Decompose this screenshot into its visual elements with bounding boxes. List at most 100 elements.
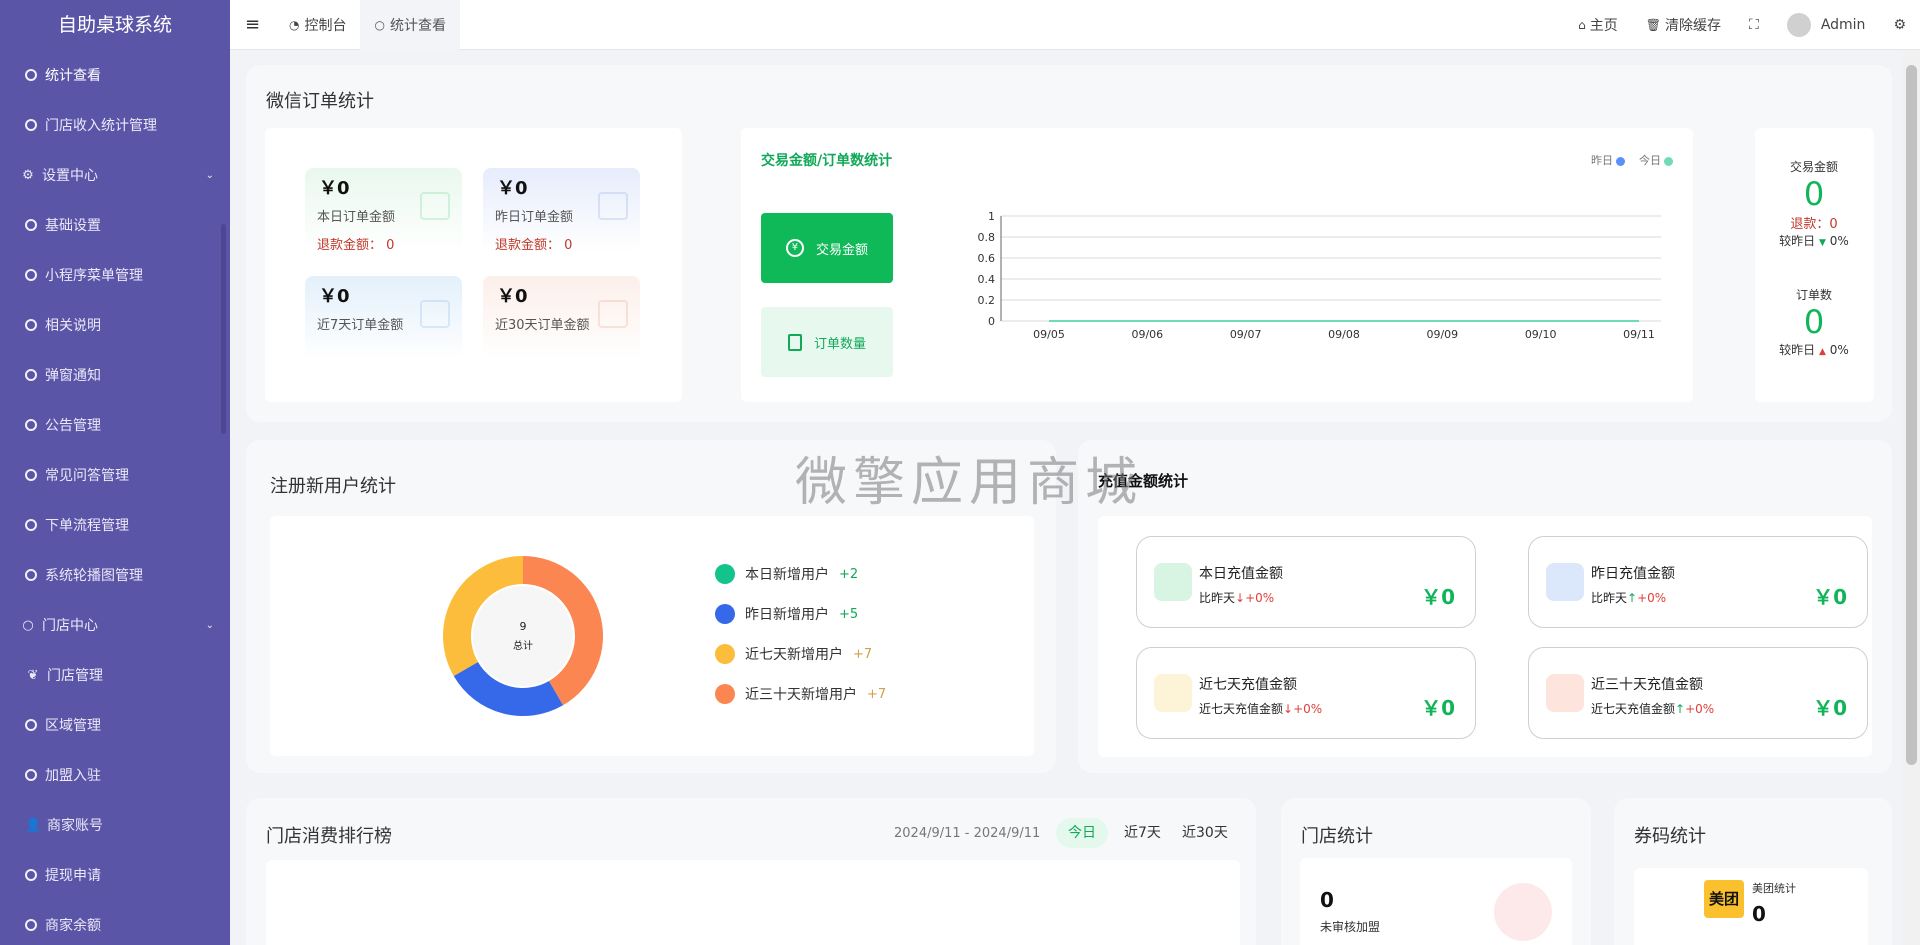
legend-item: 昨日新增用户 +5 — [715, 604, 858, 624]
sidebar-item[interactable]: ○ 门店中心 ⌄ — [0, 600, 230, 650]
legend-item: 本日新增用户 +2 — [715, 564, 858, 584]
sidebar-item[interactable]: 弹窗通知 — [0, 350, 230, 400]
ranking-tab[interactable]: 近7天 — [1112, 818, 1173, 848]
recharge-card-title: 近三十天充值金额 — [1591, 677, 1703, 693]
ranking-panel: 门店消费排行榜 2024/9/11 - 2024/9/11 今日 近7天 近30天 — [246, 798, 1256, 945]
leaf-icon: ❦ — [27, 667, 39, 683]
x-tick-label: 09/05 — [1033, 328, 1065, 341]
refund-amount: 退款金额： 0 — [317, 234, 394, 253]
dashboard-icon: ◔ — [289, 17, 300, 32]
order-amount-card: ￥0 本日订单金额 退款金额： 0 ￥0 昨日订单金额 退款金额： 0 ￥0 近7天订单金额 ￥… — [265, 128, 682, 402]
page-scrollbar[interactable] — [1903, 50, 1920, 945]
money-bag-icon — [1546, 563, 1584, 601]
new-users-card: 9 总计 本日新增用户 +2 昨日新增用户 +5 近七天新增用户 +7 近三十天新增用户 +7 — [270, 516, 1034, 756]
trade-pct: 0% — [1829, 234, 1849, 248]
wechat-title: 微信订单统计 — [266, 91, 374, 112]
circle-icon — [25, 869, 37, 881]
sidebar-item[interactable]: 下单流程管理 — [0, 500, 230, 550]
menu-toggle-icon[interactable]: ≡ — [230, 14, 275, 35]
order-count-button[interactable]: 订单数量 — [761, 307, 893, 377]
circle-icon — [25, 419, 37, 431]
legend-label: 本日新增用户 — [745, 567, 829, 583]
refund-label: 退款金额： — [317, 238, 383, 253]
home-link[interactable]: ⌂ 主页 — [1564, 15, 1632, 35]
sidebar-item[interactable]: 常见问答管理 — [0, 450, 230, 500]
sidebar-item-label: 常见问答管理 — [45, 468, 129, 484]
store-stats-title: 门店统计 — [1301, 826, 1373, 847]
refund-amount: 退款金额： 0 — [495, 234, 572, 253]
sidebar-item-label: 系统轮播图管理 — [45, 568, 143, 584]
compare-label: 近七天充值金额 — [1591, 702, 1676, 716]
sidebar-item[interactable]: 公告管理 — [0, 400, 230, 450]
order-amount-value: ￥0 — [319, 286, 350, 307]
sidebar-item-label: 门店管理 — [47, 668, 103, 684]
clear-cache-button[interactable]: 🗑 清除缓存 — [1632, 15, 1735, 35]
legend-item: 近三十天新增用户 +7 — [715, 684, 886, 704]
order-pct: 0% — [1829, 343, 1849, 357]
sidebar-item-label: 下单流程管理 — [45, 518, 129, 534]
circle-icon — [25, 219, 37, 231]
tab-statistics[interactable]: ○ 统计查看 — [360, 0, 460, 50]
recharge-card-compare: 近七天充值金额↓+0% — [1199, 700, 1322, 717]
sidebar-item[interactable]: 系统轮播图管理 — [0, 550, 230, 600]
sidebar-item[interactable]: 统计查看 — [0, 50, 230, 100]
refund-value: 0 — [564, 238, 573, 253]
legend-yesterday: 昨日 — [1591, 154, 1613, 167]
trade-amount-label: 交易金额 — [815, 242, 868, 258]
recharge-card-compare: 比昨天↓+0% — [1199, 589, 1274, 606]
chart-legend: 昨日 今日 — [1591, 152, 1673, 168]
trade-summary-title: 交易金额 — [1789, 160, 1838, 174]
arrow-down-icon: ▼ — [1819, 238, 1826, 248]
arrow-down-icon: ↓ — [1283, 702, 1294, 716]
y-tick-label: 0.2 — [978, 294, 996, 307]
circle-icon — [25, 569, 37, 581]
store-stats-card: 0 未审核加盟 — [1300, 858, 1572, 945]
user-menu[interactable]: Admin — [1773, 12, 1880, 37]
sidebar-item[interactable]: 基础设置 — [0, 200, 230, 250]
legend-value: +7 — [867, 686, 887, 702]
ranking-tab[interactable]: 近30天 — [1170, 818, 1240, 848]
sidebar-item-label: 基础设置 — [45, 218, 101, 234]
recharge-card: 本日充值金额 比昨天↓+0% ￥0 昨日充值金额 比昨天↑+0% ￥0 近七天充值金额 近七天… — [1098, 516, 1872, 757]
sidebar-item[interactable]: 区域管理 — [0, 700, 230, 750]
sidebar-item-label: 区域管理 — [45, 718, 101, 734]
sidebar-item[interactable]: 小程序菜单管理 — [0, 250, 230, 300]
sidebar-item[interactable]: 门店收入统计管理 — [0, 100, 230, 150]
y-tick-label: 0 — [988, 315, 995, 328]
arrow-up-icon: ↑ — [1675, 702, 1686, 716]
legend-dot — [715, 684, 735, 704]
sidebar-item[interactable]: 相关说明 — [0, 300, 230, 350]
sidebar-item[interactable]: 提现申请 — [0, 850, 230, 900]
circle-icon — [25, 119, 37, 131]
sidebar-item[interactable]: 商家余额 — [0, 900, 230, 945]
ranking-tab[interactable]: 今日 — [1056, 818, 1108, 848]
recharge-card-value: ￥0 — [1813, 585, 1847, 609]
fullscreen-icon[interactable]: ⛶ — [1735, 17, 1773, 33]
recharge-panel: 充值金额统计 本日充值金额 比昨天↓+0% ￥0 昨日充值金额 比昨天↑+0% ￥0 近七天… — [1078, 440, 1892, 773]
tab-dashboard[interactable]: ◔ 控制台 — [275, 0, 360, 50]
order-summary: 订单数 0 较昨日 ▲ 0% — [1755, 286, 1873, 358]
order-amount-label: 近30天订单金额 — [495, 318, 590, 333]
tab-label: 控制台 — [304, 17, 347, 34]
scrollbar-thumb[interactable] — [1906, 65, 1917, 765]
recharge-card-title: 本日充值金额 — [1199, 566, 1283, 582]
sidebar-item[interactable]: ⚙ 设置中心 ⌄ — [0, 150, 230, 200]
sidebar-item[interactable]: 加盟入驻 — [0, 750, 230, 800]
recharge-card-value: ￥0 — [1421, 696, 1455, 720]
trade-amount-button[interactable]: ¥ 交易金额 — [761, 213, 893, 283]
refund-label: 退款金额： — [495, 238, 561, 253]
avatar — [1786, 12, 1811, 37]
legend-value: +5 — [839, 606, 859, 622]
sidebar-scrollbar[interactable] — [221, 224, 226, 434]
order-amount-value: ￥0 — [497, 286, 528, 307]
settings-icon[interactable]: ⚙ — [1879, 17, 1920, 33]
x-tick-label: 09/08 — [1328, 328, 1360, 341]
sidebar-item[interactable]: 👤 商家账号 — [0, 800, 230, 850]
order-amount-box: ￥0 本日订单金额 退款金额： 0 — [305, 168, 462, 253]
compare-label: 比昨天 — [1199, 591, 1236, 605]
y-tick-label: 0.8 — [978, 231, 996, 244]
sidebar-item-label: 提现申请 — [45, 868, 101, 884]
sidebar-item[interactable]: ❦ 门店管理 — [0, 650, 230, 700]
x-tick-label: 09/11 — [1623, 328, 1655, 341]
money-bag-icon — [1154, 563, 1192, 601]
